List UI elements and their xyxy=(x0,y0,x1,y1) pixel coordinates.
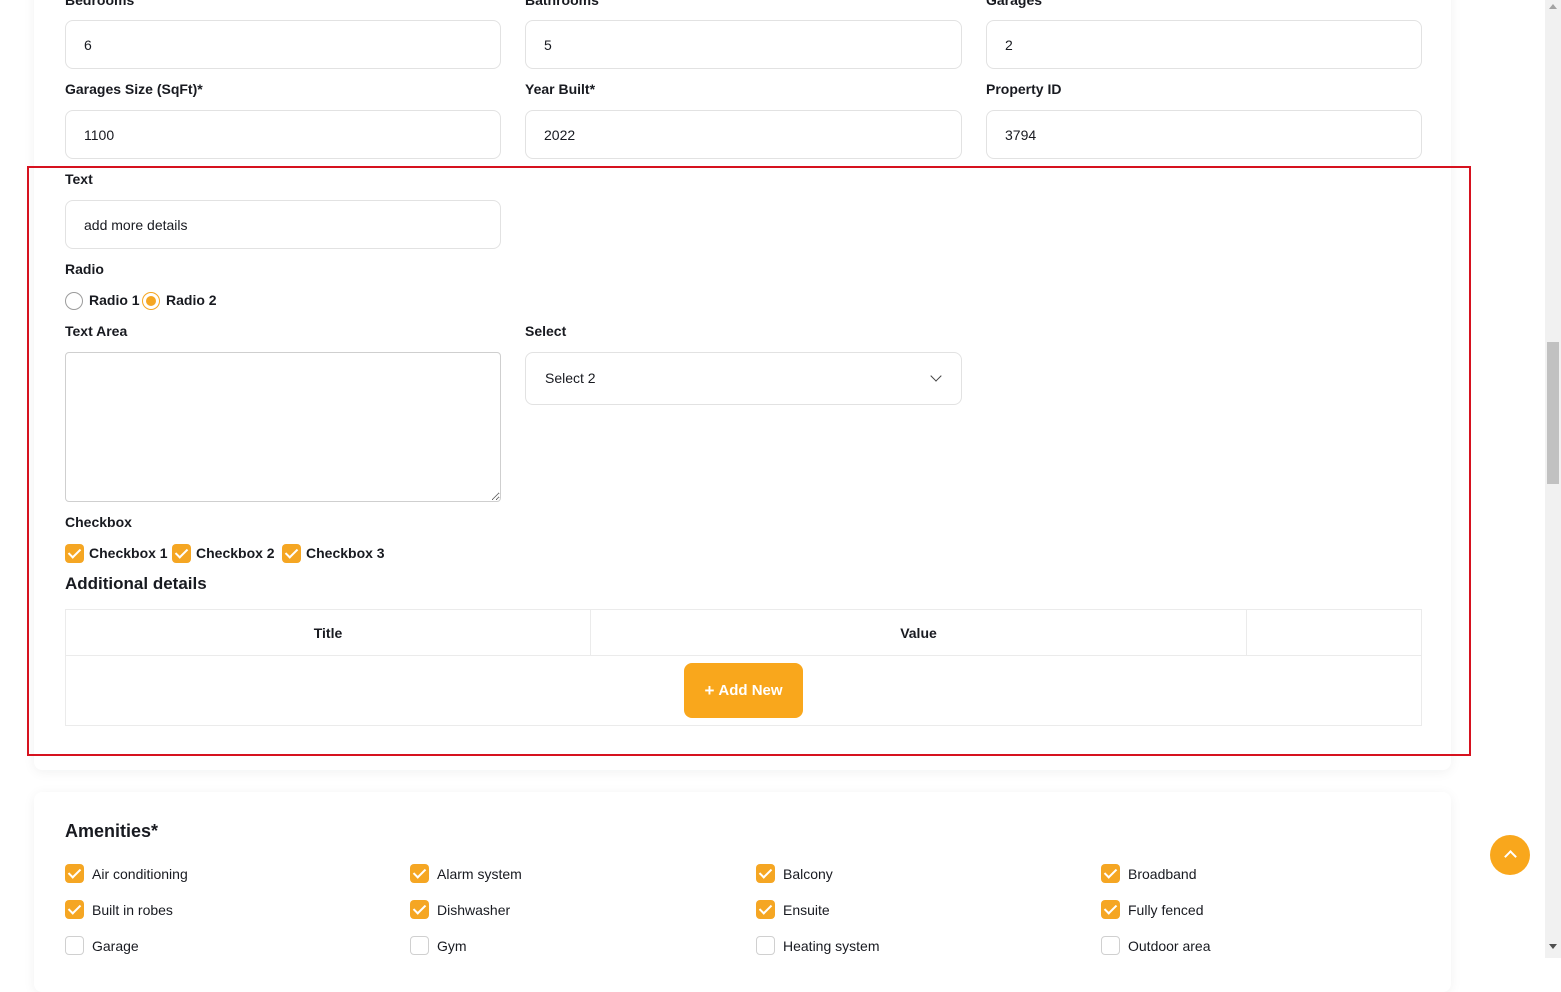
amenity-checkbox[interactable] xyxy=(410,864,429,883)
radio-1-label[interactable]: Radio 1 xyxy=(89,292,140,308)
amenity-label[interactable]: Balcony xyxy=(783,866,833,882)
property-id-label: Property ID xyxy=(986,81,1062,97)
bedrooms-label: Bedrooms xyxy=(65,0,135,8)
textarea-label: Text Area xyxy=(65,323,128,339)
scroll-up-arrow-icon[interactable] xyxy=(1549,4,1557,9)
amenity-label[interactable]: Heating system xyxy=(783,938,879,954)
table-header: Title Value xyxy=(66,610,1421,656)
bathrooms-label: Bathrooms xyxy=(525,0,599,8)
checkbox-3-box[interactable] xyxy=(282,544,301,563)
amenity-checkbox[interactable] xyxy=(65,864,84,883)
amenity-label[interactable]: Dishwasher xyxy=(437,902,510,918)
amenity-checkbox[interactable] xyxy=(756,864,775,883)
property-id-input[interactable] xyxy=(986,110,1422,159)
amenities-card xyxy=(34,792,1451,992)
amenity-label[interactable]: Air conditioning xyxy=(92,866,188,882)
amenity-checkbox[interactable] xyxy=(756,900,775,919)
garages-label: Garages xyxy=(986,0,1043,8)
amenity-checkbox[interactable] xyxy=(756,936,775,955)
textarea-input[interactable] xyxy=(65,352,501,502)
checkbox-label: Checkbox xyxy=(65,514,132,530)
select-value: Select 2 xyxy=(545,370,596,386)
select-dropdown[interactable]: Select 2 xyxy=(525,352,962,405)
bathrooms-input[interactable] xyxy=(525,20,962,69)
value-column-header: Value xyxy=(591,610,1247,656)
amenity-label[interactable]: Gym xyxy=(437,938,467,954)
checkbox-1-box[interactable] xyxy=(65,544,84,563)
garage-size-input[interactable] xyxy=(65,110,501,159)
radio-label: Radio xyxy=(65,261,104,277)
select-label: Select xyxy=(525,323,567,339)
checkbox-2-label[interactable]: Checkbox 2 xyxy=(196,545,275,561)
checkbox-3-label[interactable]: Checkbox 3 xyxy=(306,545,385,561)
add-new-label: Add New xyxy=(718,682,783,699)
page: Bedrooms Bathrooms Garages Garages Size … xyxy=(0,0,1545,992)
garages-input[interactable] xyxy=(986,20,1422,69)
amenity-label[interactable]: Garage xyxy=(92,938,139,954)
garage-size-label: Garages Size (SqFt)* xyxy=(65,81,203,97)
amenity-label[interactable]: Built in robes xyxy=(92,902,173,918)
year-built-input[interactable] xyxy=(525,110,962,159)
title-column-header: Title xyxy=(66,610,591,656)
plus-icon: + xyxy=(704,680,715,700)
bedrooms-input[interactable] xyxy=(65,20,501,69)
amenity-label[interactable]: Alarm system xyxy=(437,866,522,882)
scroll-down-arrow-icon[interactable] xyxy=(1549,944,1557,949)
chevron-down-icon xyxy=(930,370,942,382)
text-input[interactable] xyxy=(65,200,501,249)
radio-2-button[interactable] xyxy=(142,292,160,310)
scroll-to-top-button[interactable] xyxy=(1490,835,1530,875)
radio-2-label[interactable]: Radio 2 xyxy=(166,292,217,308)
amenity-label[interactable]: Broadband xyxy=(1128,866,1197,882)
action-column-header xyxy=(1247,610,1422,656)
amenity-checkbox[interactable] xyxy=(1101,864,1120,883)
amenity-checkbox[interactable] xyxy=(65,900,84,919)
additional-details-heading: Additional details xyxy=(65,574,207,593)
amenity-checkbox[interactable] xyxy=(410,900,429,919)
amenities-heading: Amenities* xyxy=(65,821,159,841)
text-label: Text xyxy=(65,171,93,187)
amenity-checkbox[interactable] xyxy=(410,936,429,955)
amenity-checkbox[interactable] xyxy=(1101,936,1120,955)
amenity-label[interactable]: Fully fenced xyxy=(1128,902,1203,918)
checkbox-1-label[interactable]: Checkbox 1 xyxy=(89,545,168,561)
scrollbar-thumb[interactable] xyxy=(1547,342,1559,484)
amenity-label[interactable]: Outdoor area xyxy=(1128,938,1211,954)
add-new-button[interactable]: + Add New xyxy=(684,663,803,718)
year-built-label: Year Built* xyxy=(525,81,596,97)
checkbox-2-box[interactable] xyxy=(172,544,191,563)
radio-1-button[interactable] xyxy=(65,292,83,310)
amenity-checkbox[interactable] xyxy=(65,936,84,955)
amenity-label[interactable]: Ensuite xyxy=(783,902,830,918)
amenity-checkbox[interactable] xyxy=(1101,900,1120,919)
